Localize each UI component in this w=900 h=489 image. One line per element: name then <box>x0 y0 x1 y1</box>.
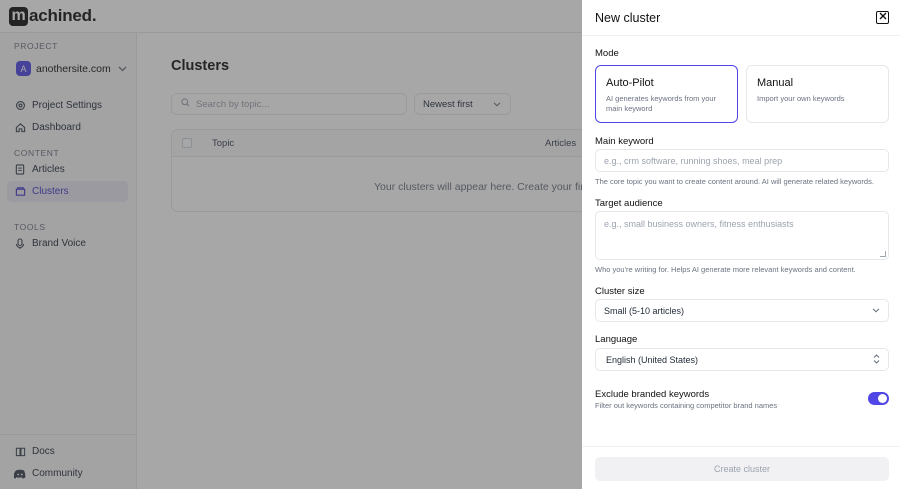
mode-card-auto-pilot[interactable]: Auto-Pilot AI generates keywords from yo… <box>595 65 738 123</box>
target-audience-placeholder: e.g., small business owners, fitness ent… <box>604 219 794 229</box>
toggle-knob <box>878 394 887 403</box>
new-cluster-drawer: New cluster Mode Auto-Pilot AI generates… <box>582 0 900 489</box>
main-keyword-label: Main keyword <box>595 136 654 147</box>
mode-title: Auto-Pilot <box>606 77 654 89</box>
chevron-down-icon <box>872 306 880 315</box>
language-select[interactable]: English (United States) <box>595 348 889 371</box>
cluster-size-select[interactable]: Small (5-10 articles) <box>595 299 889 322</box>
mode-description: AI generates keywords from your main key… <box>606 94 717 114</box>
drawer-title: New cluster <box>595 11 661 25</box>
target-audience-help: Who you're writing for. Helps AI generat… <box>595 265 856 274</box>
exclude-branded-toggle[interactable] <box>868 392 889 405</box>
target-audience-label: Target audience <box>595 198 663 209</box>
close-button[interactable] <box>876 11 889 24</box>
create-cluster-button[interactable]: Create cluster <box>595 457 889 481</box>
exclude-branded-description: Filter out keywords containing competito… <box>595 401 778 410</box>
mode-label: Mode <box>595 48 619 59</box>
main-keyword-input[interactable]: e.g., crm software, running shoes, meal … <box>595 149 889 172</box>
main-keyword-help: The core topic you want to create conten… <box>595 177 874 186</box>
mode-card-manual[interactable]: Manual Import your own keywords <box>746 65 889 123</box>
exclude-branded-title: Exclude branded keywords <box>595 389 710 400</box>
cluster-size-value: Small (5-10 articles) <box>604 305 685 316</box>
modal-backdrop[interactable] <box>0 0 582 489</box>
language-value: English (United States) <box>606 354 699 365</box>
resize-handle-icon[interactable] <box>880 251 886 257</box>
close-icon <box>879 12 887 23</box>
mode-title: Manual <box>757 77 794 89</box>
language-label: Language <box>595 334 638 345</box>
drawer-header: New cluster <box>582 0 900 36</box>
main-keyword-placeholder: e.g., crm software, running shoes, meal … <box>604 155 783 166</box>
cluster-size-label: Cluster size <box>595 286 645 297</box>
target-audience-textarea[interactable]: e.g., small business owners, fitness ent… <box>595 211 889 260</box>
mode-description: Import your own keywords <box>757 94 845 103</box>
chevron-up-down-icon <box>873 353 880 366</box>
